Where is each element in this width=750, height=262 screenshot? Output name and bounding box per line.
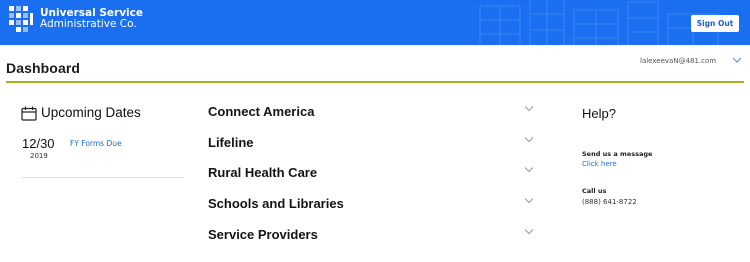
program-lifeline[interactable]: Lifeline	[208, 135, 534, 157]
help-title: Help?	[582, 106, 616, 121]
user-email[interactable]: lalexeevaN@481.com	[640, 57, 716, 65]
page-title: Dashboard	[6, 60, 81, 76]
calendar-icon	[21, 106, 37, 121]
program-connect-america[interactable]: Connect America	[208, 104, 534, 126]
send-message-heading: Send us a message	[582, 150, 653, 158]
brand-name[interactable]: Universal Service Administrative Co.	[40, 8, 143, 30]
dates-divider	[21, 177, 184, 178]
brand-line-2: Administrative Co.	[40, 18, 137, 30]
phone-number: (888) 641-8722	[582, 198, 637, 206]
chevron-down-icon[interactable]	[524, 197, 534, 204]
top-banner: Universal Service Administrative Co. Sig…	[0, 0, 750, 45]
program-label: Lifeline	[208, 135, 254, 150]
program-label: Service Providers	[208, 227, 318, 242]
upcoming-dates-title: Upcoming Dates	[41, 105, 141, 120]
program-label: Schools and Libraries	[208, 196, 344, 211]
chevron-down-icon[interactable]	[732, 56, 742, 64]
usac-logo[interactable]	[7, 4, 35, 36]
program-service-providers[interactable]: Service Providers	[208, 227, 534, 249]
chevron-down-icon[interactable]	[524, 166, 534, 173]
program-schools-and-libraries[interactable]: Schools and Libraries	[208, 196, 534, 218]
date-day: 12/30	[22, 136, 55, 151]
program-rural-health-care[interactable]: Rural Health Care	[208, 165, 534, 187]
call-us-heading: Call us	[582, 187, 607, 195]
title-divider	[6, 81, 744, 83]
date-year: 2019	[30, 152, 48, 160]
program-label: Connect America	[208, 104, 315, 119]
send-message-link[interactable]: Click here	[582, 160, 617, 168]
chevron-down-icon[interactable]	[524, 136, 534, 143]
sign-out-button[interactable]: Sign Out	[691, 15, 739, 32]
program-label: Rural Health Care	[208, 165, 318, 180]
chevron-down-icon[interactable]	[524, 105, 534, 112]
chevron-down-icon[interactable]	[524, 228, 534, 235]
fy-forms-due-link[interactable]: FY Forms Due	[70, 139, 122, 148]
